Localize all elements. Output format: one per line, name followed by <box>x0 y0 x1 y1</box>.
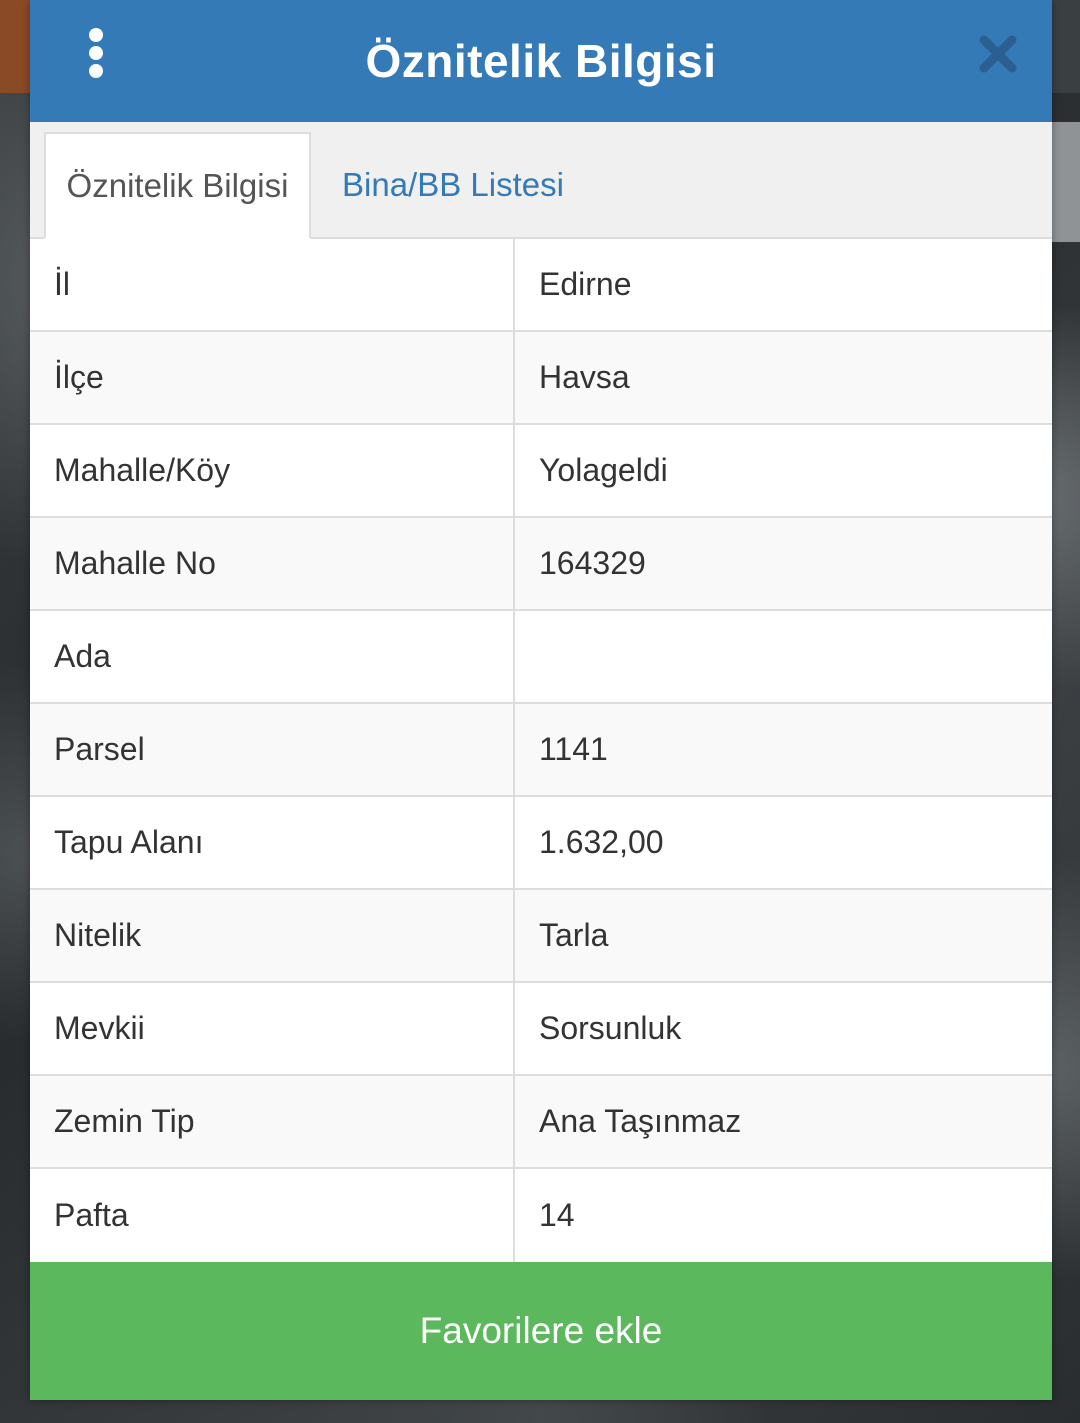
attribute-value: Edirne <box>539 266 632 302</box>
tab-bar: Öznitelik Bilgisi Bina/BB Listesi <box>30 122 1052 239</box>
close-icon <box>979 35 1017 73</box>
attribute-value: 164329 <box>539 545 646 581</box>
table-row: Ada <box>30 611 1052 704</box>
attribute-value: Tarla <box>539 917 609 953</box>
add-to-favorites-button[interactable]: Favorilere ekle <box>30 1262 1052 1400</box>
table-row: Parsel 1141 <box>30 704 1052 797</box>
attribute-value: 1.632,00 <box>539 824 664 860</box>
attribute-table: İl Edirne İlçe Havsa Mahalle/Köy Yolagel… <box>30 239 1052 1262</box>
attribute-key: Mahalle/Köy <box>30 425 515 516</box>
map-layer-strip <box>1052 0 1080 93</box>
table-row: Zemin Tip Ana Taşınmaz <box>30 1076 1052 1169</box>
attribute-value: 14 <box>539 1197 575 1233</box>
attribute-key: Parsel <box>30 704 515 795</box>
tab-attribute-info[interactable]: Öznitelik Bilgisi <box>44 132 311 239</box>
attribute-value: Ana Taşınmaz <box>539 1103 742 1139</box>
attribute-key: Mahalle No <box>30 518 515 609</box>
scrollbar-handle[interactable] <box>1052 122 1080 242</box>
attribute-info-dialog: Öznitelik Bilgisi Öznitelik Bilgisi Bina… <box>30 0 1052 1400</box>
map-layer-strip <box>0 0 30 93</box>
vertical-dots-icon-dot <box>89 46 103 60</box>
attribute-value <box>515 611 1052 702</box>
table-row: İl Edirne <box>30 239 1052 332</box>
attribute-key: Tapu Alanı <box>30 797 515 888</box>
attribute-key: İl <box>30 239 515 330</box>
attribute-key: Nitelik <box>30 890 515 981</box>
table-row: Pafta 14 <box>30 1169 1052 1262</box>
attribute-key: Mevkii <box>30 983 515 1074</box>
tab-building-list[interactable]: Bina/BB Listesi <box>342 132 564 237</box>
vertical-dots-icon <box>89 28 103 42</box>
table-row: İlçe Havsa <box>30 332 1052 425</box>
attribute-key: İlçe <box>30 332 515 423</box>
dialog-title: Öznitelik Bilgisi <box>365 35 717 87</box>
attribute-key: Pafta <box>30 1169 515 1262</box>
menu-button[interactable] <box>78 28 114 78</box>
attribute-value: Havsa <box>539 359 630 395</box>
dialog-header: Öznitelik Bilgisi <box>30 0 1052 122</box>
table-row: Nitelik Tarla <box>30 890 1052 983</box>
table-row: Mahalle/Köy Yolageldi <box>30 425 1052 518</box>
attribute-key: Zemin Tip <box>30 1076 515 1167</box>
close-button[interactable] <box>978 34 1018 74</box>
table-row: Tapu Alanı 1.632,00 <box>30 797 1052 890</box>
attribute-key: Ada <box>30 611 515 702</box>
attribute-value: 1141 <box>539 731 608 767</box>
table-row: Mahalle No 164329 <box>30 518 1052 611</box>
vertical-dots-icon-dot <box>89 64 103 78</box>
attribute-value: Yolageldi <box>539 452 668 488</box>
table-row: Mevkii Sorsunluk <box>30 983 1052 1076</box>
attribute-value: Sorsunluk <box>539 1010 682 1046</box>
